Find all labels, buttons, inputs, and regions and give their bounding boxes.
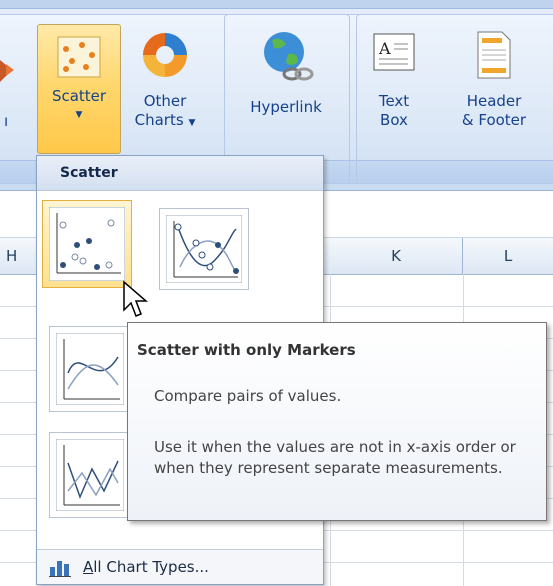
- hyperlink-label: Hyperlink: [250, 98, 322, 116]
- scatter-straight-lines-option[interactable]: [49, 432, 131, 518]
- other-charts-button[interactable]: Other Charts ▼: [126, 24, 204, 152]
- scatter-chart-icon: [56, 35, 102, 79]
- other-charts-label-line1: Other: [143, 92, 187, 110]
- other-charts-dropdown-arrow-icon: ▼: [188, 118, 196, 128]
- scatter-button-label: Scatter: [51, 87, 107, 105]
- header-footer-button[interactable]: Header & Footer: [444, 24, 544, 154]
- scatter-smooth-lines-markers-option[interactable]: [159, 208, 249, 290]
- hyperlink-button[interactable]: Hyperlink: [230, 24, 342, 124]
- chart-type-tooltip: Scatter with only Markers Compare pairs …: [127, 322, 547, 521]
- column-header-l[interactable]: L: [463, 238, 553, 274]
- donut-chart-icon: [140, 30, 190, 80]
- text-box-label-line1: Text: [378, 92, 410, 110]
- other-charts-label-line2: Charts ▼: [126, 111, 204, 133]
- header-footer-label-line1: Header: [466, 92, 522, 110]
- text-box-button[interactable]: A Text Box: [364, 24, 424, 154]
- partial-button-label: ı: [4, 112, 9, 130]
- column-header-k[interactable]: K: [330, 238, 463, 274]
- partial-chart-icon[interactable]: [0, 40, 18, 100]
- all-chart-types-text: ll Chart Types...: [93, 558, 209, 576]
- scatter-smooth-lines-markers-icon: [166, 215, 242, 283]
- text-box-label-line2: Box: [380, 111, 408, 129]
- mouse-pointer-icon: [120, 280, 152, 322]
- scatter-button[interactable]: Scatter ▼: [37, 24, 121, 154]
- tooltip-summary: Compare pairs of values.: [154, 387, 342, 405]
- scatter-markers-only-icon: [49, 207, 125, 281]
- gallery-section-title: Scatter: [37, 156, 323, 191]
- column-header-h[interactable]: H: [0, 238, 37, 274]
- text-box-icon: A: [372, 32, 416, 76]
- all-chart-types-label: All Chart Types...: [83, 558, 209, 576]
- text-group-footer: [357, 160, 553, 183]
- scatter-straight-lines-icon: [56, 439, 124, 511]
- globe-link-icon: [258, 28, 314, 84]
- svg-text:A: A: [378, 39, 391, 58]
- scatter-smooth-lines-icon: [56, 333, 124, 405]
- scatter-markers-only-option[interactable]: [42, 200, 132, 288]
- tooltip-title: Scatter with only Markers: [137, 341, 356, 359]
- ribbon-top-border: [0, 0, 553, 9]
- header-footer-icon: [474, 30, 514, 80]
- all-chart-types-item[interactable]: All Chart Types...: [37, 549, 323, 584]
- scatter-dropdown-arrow-icon: ▼: [75, 110, 83, 120]
- header-footer-label-line2: & Footer: [461, 111, 527, 129]
- scatter-smooth-lines-option[interactable]: [49, 326, 131, 412]
- tooltip-description: Use it when the values are not in x-axis…: [154, 438, 516, 477]
- other-charts-label-text: Charts: [134, 111, 184, 129]
- chart-types-icon: [49, 557, 71, 577]
- all-chart-types-accel: A: [83, 558, 94, 576]
